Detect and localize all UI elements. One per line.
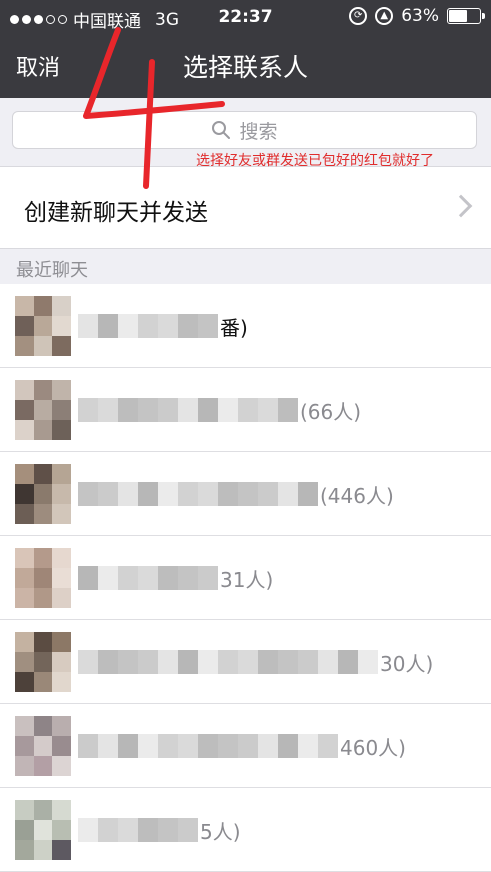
page-title: 选择联系人 xyxy=(182,53,308,82)
chat-name-visible-part: 460人) xyxy=(340,736,406,760)
chat-row[interactable]: (446人) xyxy=(0,452,491,536)
blurred-chat-name xyxy=(78,650,378,674)
avatar xyxy=(15,800,71,860)
chat-name-visible-part: 31人) xyxy=(220,568,274,592)
cancel-button[interactable]: 取消 xyxy=(16,50,60,82)
avatar xyxy=(15,296,71,356)
search-input[interactable]: 搜索 xyxy=(12,111,477,149)
create-new-chat-button[interactable]: 创建新聊天并发送 xyxy=(0,167,491,249)
blurred-chat-name xyxy=(78,314,218,338)
blurred-chat-name xyxy=(78,482,318,506)
blurred-chat-name xyxy=(78,566,218,590)
search-placeholder: 搜索 xyxy=(239,120,278,143)
avatar xyxy=(15,464,71,524)
chat-row[interactable]: 460人) xyxy=(0,704,491,788)
avatar xyxy=(15,716,71,776)
chat-row[interactable]: 番) xyxy=(0,284,491,368)
chat-row[interactable]: 30人) xyxy=(0,620,491,704)
status-right: ⟳ ▲ 63% xyxy=(349,6,485,26)
battery-icon xyxy=(447,8,485,24)
orientation-lock-icon: ▲ xyxy=(375,7,394,25)
avatar xyxy=(15,632,71,692)
chat-name-visible-part: (66人) xyxy=(300,400,362,424)
recent-chat-list: 番) (66人) (446人) 31人) 30人) 460人) 5人) xyxy=(0,284,491,872)
chat-row[interactable]: 5人) xyxy=(0,788,491,872)
chat-row[interactable]: 31人) xyxy=(0,536,491,620)
navigation-bar: 取消 选择联系人 xyxy=(0,34,491,98)
rotation-lock-icon: ⟳ xyxy=(349,7,368,25)
status-left: 中国联通 3G xyxy=(10,7,179,32)
carrier-name: 中国联通 xyxy=(73,12,141,32)
blurred-chat-name xyxy=(78,734,338,758)
annotation-hint-text: 选择好友或群发送已包好的红包就好了 xyxy=(196,153,434,169)
battery-percent: 63% xyxy=(401,6,439,26)
chat-name-visible-part: 番) xyxy=(220,316,248,340)
chevron-right-icon xyxy=(449,194,473,218)
create-new-chat-label: 创建新聊天并发送 xyxy=(24,200,208,226)
avatar xyxy=(15,548,71,608)
blurred-chat-name xyxy=(78,398,298,422)
blurred-chat-name xyxy=(78,818,198,842)
search-icon xyxy=(212,121,231,139)
signal-strength-icon xyxy=(10,15,67,24)
chat-name-visible-part: 30人) xyxy=(380,652,434,676)
network-type: 3G xyxy=(155,9,179,30)
chat-row[interactable]: (66人) xyxy=(0,368,491,452)
avatar xyxy=(15,380,71,440)
chat-name-visible-part: (446人) xyxy=(320,484,394,508)
chat-name-visible-part: 5人) xyxy=(200,820,241,844)
status-bar: 中国联通 3G 22:37 ⟳ ▲ 63% xyxy=(0,0,491,34)
section-header-recent: 最近聊天 xyxy=(16,260,88,281)
